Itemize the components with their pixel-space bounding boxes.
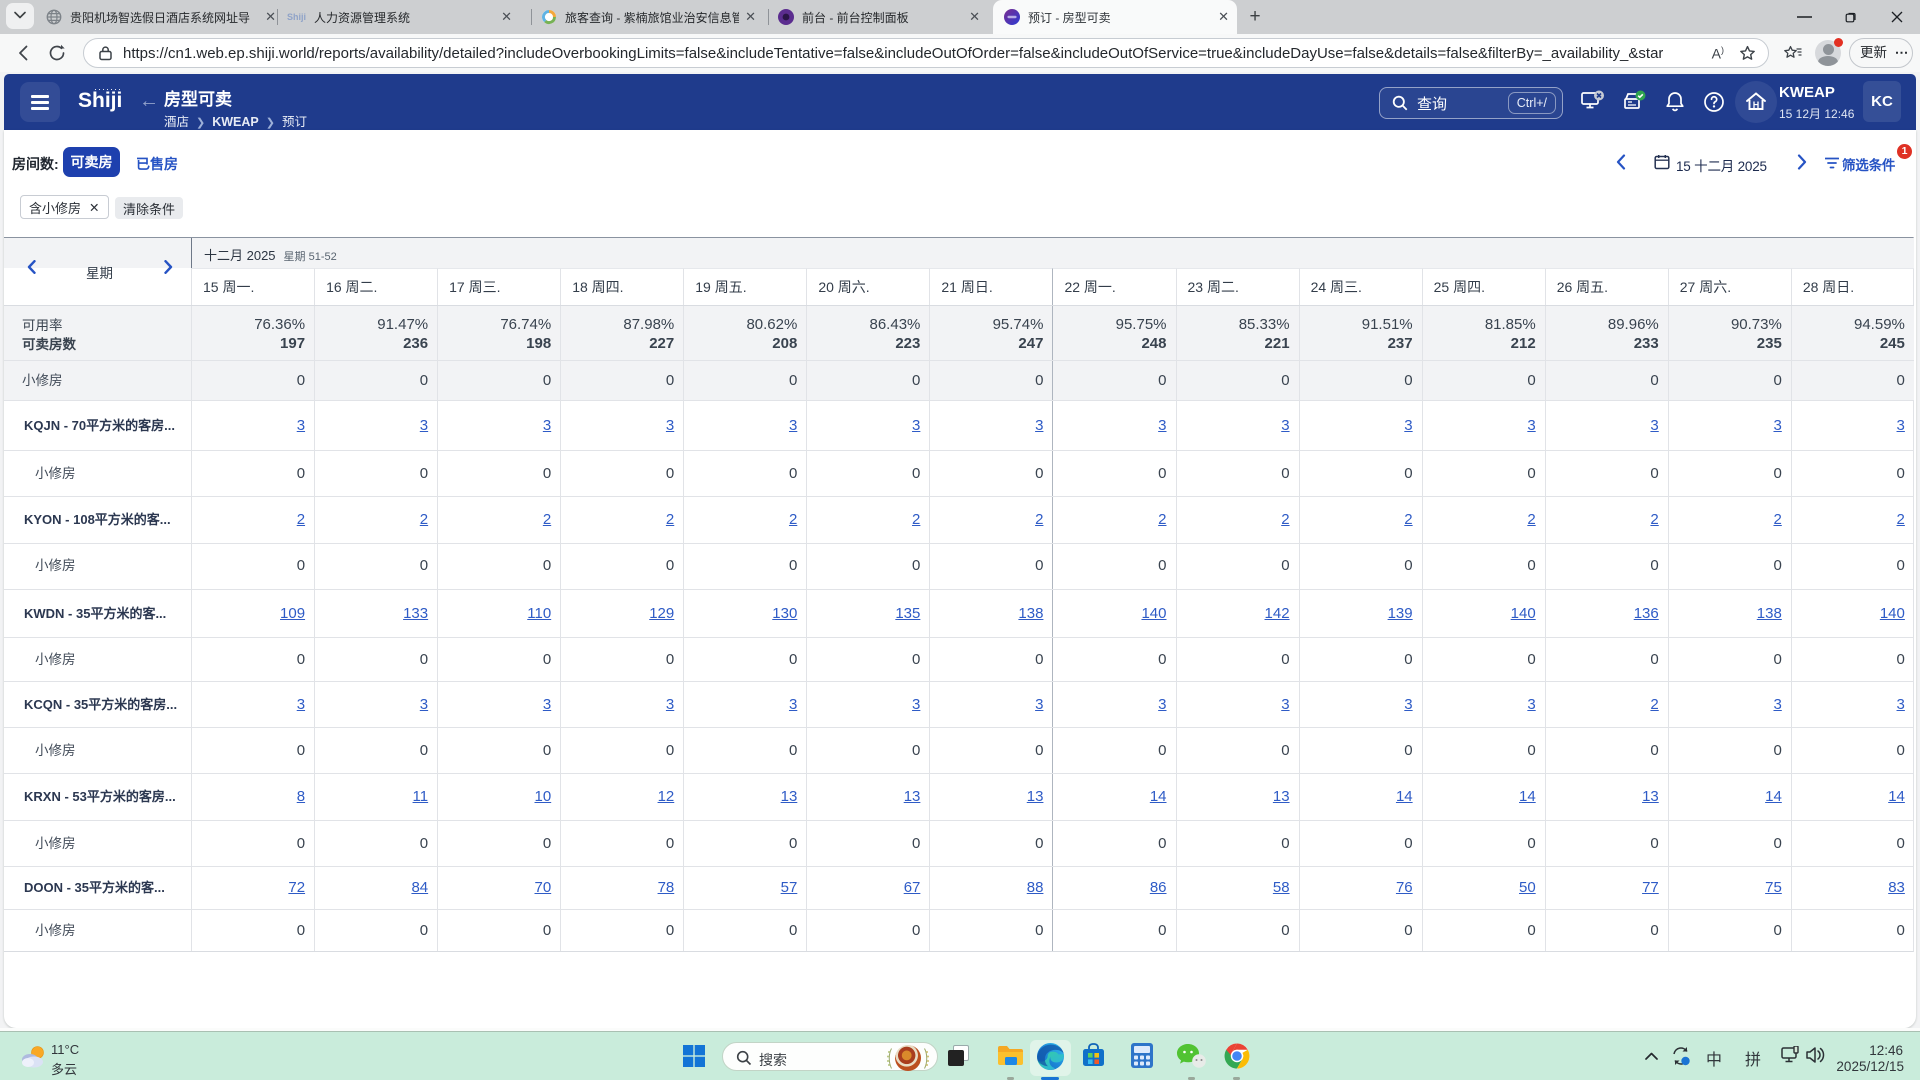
svg-text:H: H [1753,100,1760,110]
